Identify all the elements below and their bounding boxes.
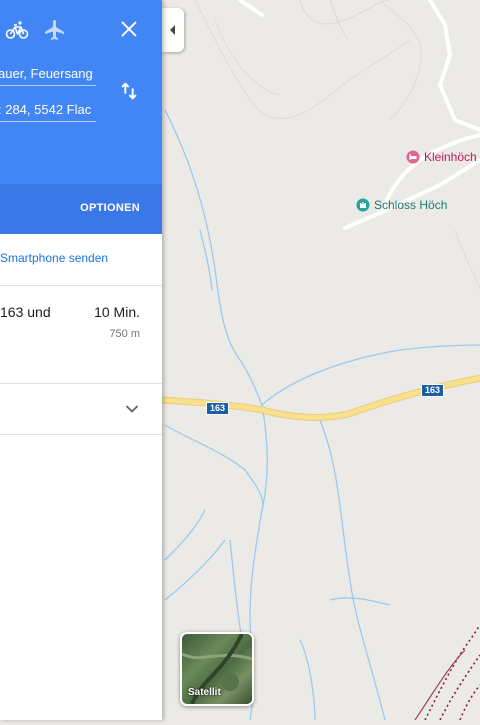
bicycle-icon[interactable]	[5, 18, 29, 42]
flight-icon[interactable]	[43, 18, 67, 42]
options-button[interactable]: OPTIONEN	[80, 202, 140, 214]
divider	[0, 434, 162, 435]
swap-icon[interactable]	[118, 80, 140, 102]
start-location-input[interactable]: auer, Feuersang	[0, 63, 96, 86]
place-schloss-hoech[interactable]: Schloss Höch	[356, 198, 447, 212]
destination-input[interactable]: : 284, 5542 Flac	[0, 99, 96, 122]
route-duration: 10 Min.	[94, 304, 140, 320]
expand-route-details[interactable]	[0, 384, 162, 434]
caret-left-icon	[170, 25, 175, 35]
route-via-text: 163 und	[0, 304, 51, 320]
route-distance: 750 m	[109, 328, 140, 340]
directions-header: auer, Feuersang : 284, 5542 Flac	[0, 0, 162, 184]
castle-icon	[356, 198, 370, 212]
satellite-layer-button[interactable]: Satellit	[180, 632, 254, 706]
start-location-value: auer, Feuersang	[0, 66, 93, 81]
destination-value: : 284, 5542 Flac	[0, 102, 92, 117]
divider	[0, 285, 162, 286]
send-to-phone-link[interactable]: Smartphone senden	[0, 251, 108, 265]
road-shield: 163	[206, 402, 230, 415]
place-label: Schloss Höch	[374, 198, 448, 212]
place-label: Kleinhöch	[424, 150, 477, 164]
place-kleinhoech[interactable]: Kleinhöch	[406, 150, 477, 164]
road-shield: 163	[421, 384, 445, 397]
chevron-down-icon	[126, 405, 138, 413]
collapse-panel-button[interactable]	[162, 8, 184, 52]
hotel-icon	[406, 150, 420, 164]
satellite-label: Satellit	[188, 687, 221, 698]
close-icon[interactable]	[118, 18, 140, 40]
options-bar: OPTIONEN	[0, 184, 162, 234]
directions-panel: auer, Feuersang : 284, 5542 Flac OPTIONE…	[0, 0, 162, 720]
